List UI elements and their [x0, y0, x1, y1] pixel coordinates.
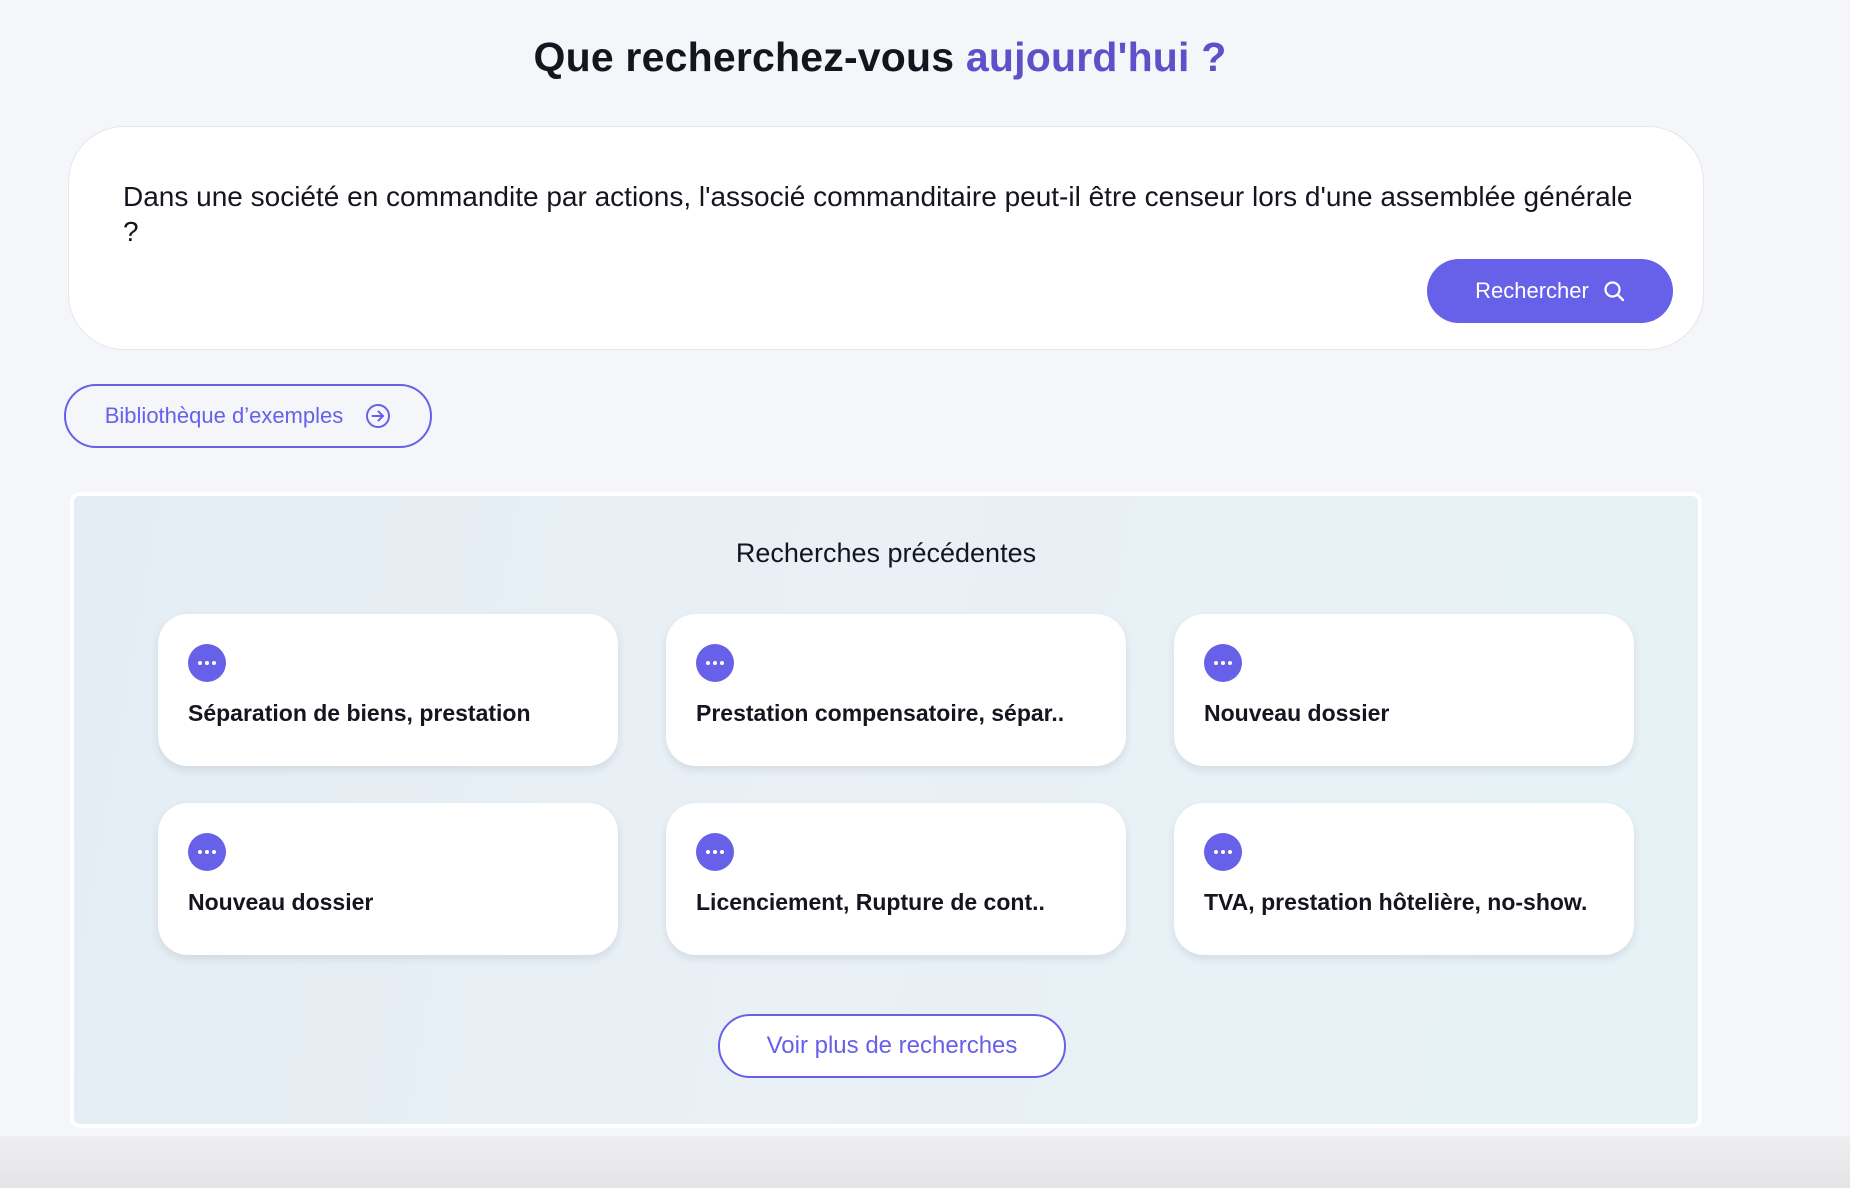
see-more-searches-button[interactable]: Voir plus de recherches	[718, 1014, 1066, 1078]
previous-searches-panel: Recherches précédentes Séparation de bie…	[70, 492, 1702, 1128]
arrow-right-circle-icon	[366, 404, 391, 428]
search-history-card[interactable]: Séparation de biens, prestation	[158, 614, 618, 766]
examples-library-label: Bibliothèque d’exemples	[104, 403, 344, 428]
page-title-main: Que recherchez-vous	[533, 34, 955, 80]
more-options-icon[interactable]	[1204, 833, 1242, 871]
examples-library-button[interactable]: Bibliothèque d’exemples	[64, 384, 432, 448]
search-history-card[interactable]: TVA, prestation hôtelière, no-show.	[1174, 803, 1634, 955]
page-title: Que recherchez-vous aujourd'hui ?	[0, 34, 1760, 81]
search-history-label: TVA, prestation hôtelière, no-show.	[1204, 889, 1588, 915]
more-options-icon[interactable]	[696, 833, 734, 871]
more-options-icon[interactable]	[188, 644, 226, 682]
search-history-label: Prestation compensatoire, sépar..	[696, 700, 1065, 726]
search-history-card[interactable]: Nouveau dossier	[1174, 614, 1634, 766]
search-button[interactable]: Rechercher	[1427, 259, 1673, 323]
page-title-accent: aujourd'hui ?	[965, 34, 1227, 80]
search-history-card[interactable]: Licenciement, Rupture de cont..	[666, 803, 1126, 955]
search-button-label: Rechercher	[1475, 278, 1589, 303]
search-history-card[interactable]: Prestation compensatoire, sépar..	[666, 614, 1126, 766]
previous-searches-title: Recherches précédentes	[735, 538, 1037, 568]
search-box[interactable]: Dans une société en commandite par actio…	[68, 126, 1704, 350]
window-bottom-edge	[0, 1136, 1850, 1188]
more-options-icon[interactable]	[1204, 644, 1242, 682]
search-history-label: Séparation de biens, prestation	[188, 700, 531, 726]
search-icon	[1604, 281, 1625, 302]
search-history-label: Nouveau dossier	[1204, 700, 1390, 726]
search-history-label: Licenciement, Rupture de cont..	[696, 889, 1045, 915]
search-history-label: Nouveau dossier	[188, 889, 374, 915]
more-options-icon[interactable]	[188, 833, 226, 871]
search-query-text[interactable]: Dans une société en commandite par actio…	[123, 179, 1653, 249]
more-options-icon[interactable]	[696, 644, 734, 682]
search-history-card[interactable]: Nouveau dossier	[158, 803, 618, 955]
